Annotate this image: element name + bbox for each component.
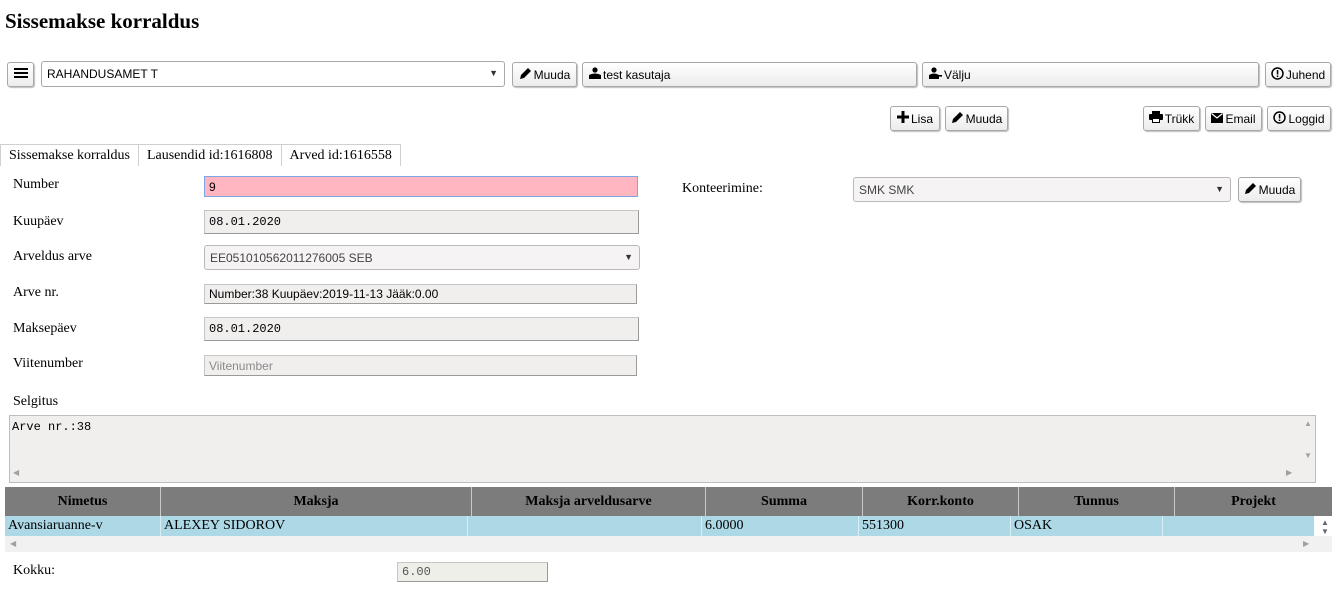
selgitus-label: Selgitus — [13, 394, 59, 409]
maksepaev-label: Maksepäev — [13, 321, 77, 336]
table-horizontal-scrollbar[interactable]: ◀ ▶ — [5, 536, 1332, 552]
scroll-left-icon[interactable]: ◀ — [13, 468, 19, 477]
pencil-icon — [1244, 182, 1257, 198]
cell-maksja-arveldusarve — [468, 516, 702, 536]
selgitus-textarea[interactable]: Arve nr.:38 — [9, 415, 1316, 483]
viitenumber-label: Viitenumber — [13, 356, 83, 371]
page-title: Sissemakse korraldus — [5, 9, 200, 33]
cell-tunnus: OSAK — [1011, 516, 1163, 536]
scroll-down-icon[interactable]: ▼ — [1304, 451, 1312, 460]
print-button[interactable]: Trükk — [1143, 106, 1200, 131]
konteerimine-label: Konteerimine: — [682, 181, 763, 196]
maksepaev-input[interactable]: 08.01.2020 — [204, 317, 639, 341]
col-tunnus[interactable]: Tunnus — [1019, 487, 1175, 516]
arveldus-label: Arveldus arve — [13, 249, 92, 264]
scroll-up-icon[interactable]: ▲ — [1321, 518, 1329, 527]
scroll-up-icon[interactable]: ▲ — [1304, 419, 1312, 428]
chevron-down-icon: ▼ — [624, 252, 633, 262]
user-remove-icon — [929, 67, 942, 82]
logs-button[interactable]: Loggid — [1267, 106, 1331, 131]
col-maksja[interactable]: Maksja — [161, 487, 472, 516]
payments-table: Nimetus Maksja Maksja arveldusarve Summa… — [5, 487, 1332, 536]
edit-button[interactable]: Muuda — [945, 106, 1008, 131]
email-button[interactable]: Email — [1205, 106, 1262, 131]
pencil-icon — [951, 111, 964, 127]
user-button[interactable]: test kasutaja — [582, 62, 917, 87]
viitenumber-input[interactable]: Viitenumber — [204, 355, 637, 376]
number-input[interactable]: 9 — [204, 176, 638, 197]
user-icon — [589, 67, 601, 82]
scroll-right-icon[interactable]: ▶ — [1286, 468, 1292, 477]
tab-arved[interactable]: Arved id:1616558 — [280, 144, 401, 166]
col-maksja-arveldusarve[interactable]: Maksja arveldusarve — [472, 487, 706, 516]
info-icon — [1271, 66, 1284, 83]
cell-projekt — [1163, 516, 1314, 536]
org-edit-button[interactable]: Muuda — [512, 62, 577, 87]
plus-icon — [896, 111, 909, 126]
col-korr-konto[interactable]: Korr.konto — [863, 487, 1019, 516]
org-select[interactable]: RAHANDUSAMET T ▼ — [41, 61, 505, 87]
hamburger-icon — [13, 67, 28, 82]
scroll-right-icon[interactable]: ▶ — [1303, 539, 1309, 548]
total-label: Kokku: — [13, 563, 55, 578]
kuupaev-label: Kuupäev — [13, 214, 64, 229]
chevron-down-icon: ▼ — [489, 68, 498, 78]
pencil-icon — [519, 67, 532, 83]
number-label: Number — [13, 177, 59, 192]
cell-summa: 6.0000 — [702, 516, 859, 536]
tab-sissemakse[interactable]: Sissemakse korraldus — [0, 144, 139, 166]
cell-nimetus: Avansiaruanne-v — [5, 516, 161, 536]
table-header: Nimetus Maksja Maksja arveldusarve Summa… — [5, 487, 1332, 516]
arveldus-select[interactable]: EE051010562011276005 SEB ▼ — [204, 245, 640, 270]
chevron-down-icon: ▼ — [1215, 184, 1224, 194]
exit-button[interactable]: Välju — [922, 62, 1259, 87]
printer-icon — [1148, 111, 1163, 126]
cell-maksja: ALEXEY SIDOROV — [161, 516, 468, 536]
envelope-icon — [1211, 112, 1224, 126]
info-icon — [1273, 110, 1287, 127]
arve-input[interactable]: Number:38 Kuupäev:2019-11-13 Jääk:0.00 — [204, 284, 637, 304]
menu-button[interactable] — [7, 62, 34, 87]
scroll-down-icon[interactable]: ▼ — [1321, 527, 1329, 536]
konteerimine-edit-button[interactable]: Muuda — [1238, 177, 1301, 202]
tab-bar: Sissemakse korraldus Lausendid id:161680… — [0, 144, 401, 166]
tab-lausendid[interactable]: Lausendid id:1616808 — [137, 144, 282, 166]
col-nimetus[interactable]: Nimetus — [5, 487, 161, 516]
arve-label: Arve nr. — [13, 285, 59, 300]
total-input[interactable]: 6.00 — [397, 562, 548, 582]
scroll-left-icon[interactable]: ◀ — [10, 539, 16, 548]
help-button[interactable]: Juhend — [1265, 62, 1331, 87]
konteerimine-select[interactable]: SMK SMK ▼ — [853, 177, 1231, 202]
cell-korr-konto: 551300 — [859, 516, 1011, 536]
table-row[interactable]: Avansiaruanne-v ALEXEY SIDOROV 6.0000 55… — [5, 516, 1314, 536]
kuupaev-input[interactable]: 08.01.2020 — [204, 210, 639, 234]
col-summa[interactable]: Summa — [706, 487, 863, 516]
col-projekt[interactable]: Projekt — [1175, 487, 1332, 516]
add-button[interactable]: Lisa — [890, 106, 940, 131]
